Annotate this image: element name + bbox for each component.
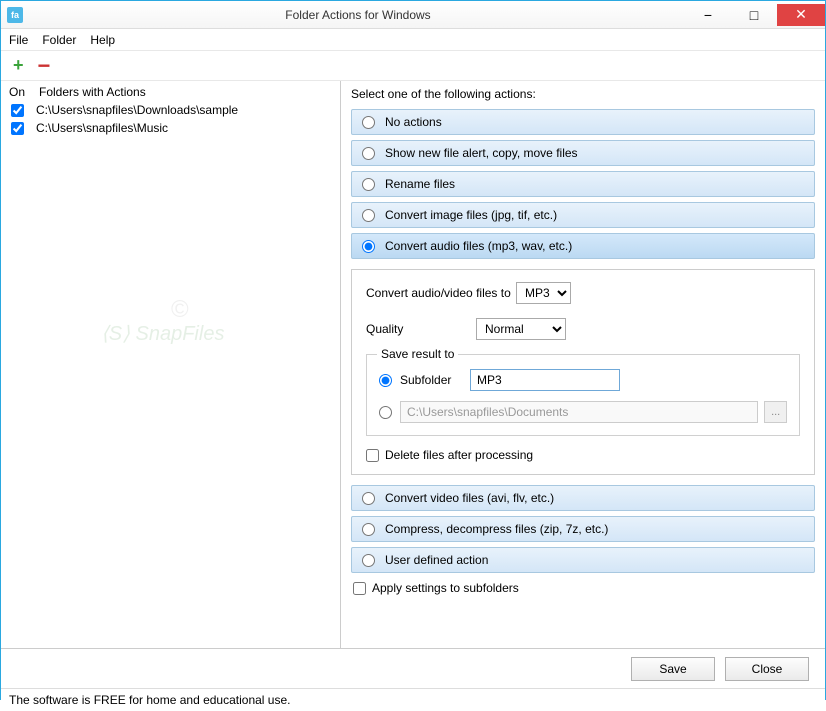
quality-label: Quality bbox=[366, 322, 476, 336]
watermark-logo: ⟨S⟩ SnapFiles bbox=[101, 321, 224, 346]
remove-folder-icon[interactable]: − bbox=[38, 60, 51, 72]
radio-compress[interactable] bbox=[362, 523, 375, 536]
action-show-new-file[interactable]: Show new file alert, copy, move files bbox=[351, 140, 815, 166]
titlebar: fa Folder Actions for Windows − □ ✕ bbox=[1, 1, 825, 29]
label-no-actions: No actions bbox=[385, 115, 442, 129]
folder-path-0: C:\Users\snapfiles\Downloads\sample bbox=[36, 103, 238, 117]
action-convert-image[interactable]: Convert image files (jpg, tif, etc.) bbox=[351, 202, 815, 228]
maximize-button[interactable]: □ bbox=[731, 4, 777, 26]
statusbar: The software is FREE for home and educat… bbox=[1, 689, 825, 711]
radio-subfolder[interactable] bbox=[379, 374, 392, 387]
folder-path-1: C:\Users\snapfiles\Music bbox=[36, 121, 168, 135]
folder-row[interactable]: C:\Users\snapfiles\Downloads\sample bbox=[9, 101, 332, 119]
convert-to-label: Convert audio/video files to bbox=[366, 286, 516, 300]
label-convert-audio: Convert audio files (mp3, wav, etc.) bbox=[385, 239, 572, 253]
actions-panel: Select one of the following actions: No … bbox=[341, 81, 825, 648]
folder-row[interactable]: C:\Users\snapfiles\Music bbox=[9, 119, 332, 137]
dialog-buttons: Save Close bbox=[1, 649, 825, 689]
delete-after-label: Delete files after processing bbox=[385, 448, 533, 462]
label-rename: Rename files bbox=[385, 177, 455, 191]
subfolder-label: Subfolder bbox=[400, 373, 470, 387]
radio-custom-path[interactable] bbox=[379, 406, 392, 419]
action-compress[interactable]: Compress, decompress files (zip, 7z, etc… bbox=[351, 516, 815, 542]
radio-show-new-file[interactable] bbox=[362, 147, 375, 160]
watermark-copyright: © bbox=[171, 296, 189, 324]
label-show-new-file: Show new file alert, copy, move files bbox=[385, 146, 578, 160]
label-user-defined: User defined action bbox=[385, 553, 488, 567]
toolbar: + − bbox=[1, 51, 825, 81]
custom-path-input[interactable] bbox=[400, 401, 758, 423]
column-folders-header: Folders with Actions bbox=[39, 85, 146, 99]
convert-audio-details: Convert audio/video files to MP3 Quality… bbox=[351, 269, 815, 475]
save-result-legend: Save result to bbox=[377, 347, 458, 361]
save-button[interactable]: Save bbox=[631, 657, 715, 681]
label-convert-image: Convert image files (jpg, tif, etc.) bbox=[385, 208, 557, 222]
minimize-button[interactable]: − bbox=[685, 4, 731, 26]
menu-folder[interactable]: Folder bbox=[42, 33, 76, 47]
menubar: File Folder Help bbox=[1, 29, 825, 51]
menu-file[interactable]: File bbox=[9, 33, 28, 47]
save-result-fieldset: Save result to Subfolder ... bbox=[366, 354, 800, 436]
convert-to-select[interactable]: MP3 bbox=[516, 282, 571, 304]
window-title: Folder Actions for Windows bbox=[31, 8, 685, 22]
actions-header: Select one of the following actions: bbox=[351, 87, 815, 101]
action-no-actions[interactable]: No actions bbox=[351, 109, 815, 135]
folders-panel: On Folders with Actions C:\Users\snapfil… bbox=[1, 81, 341, 648]
close-window-button[interactable]: ✕ bbox=[777, 4, 825, 26]
action-convert-audio[interactable]: Convert audio files (mp3, wav, etc.) bbox=[351, 233, 815, 259]
close-button[interactable]: Close bbox=[725, 657, 809, 681]
radio-rename[interactable] bbox=[362, 178, 375, 191]
menu-help[interactable]: Help bbox=[90, 33, 115, 47]
app-icon: fa bbox=[7, 7, 23, 23]
folder-checkbox-1[interactable] bbox=[11, 122, 24, 135]
radio-no-actions[interactable] bbox=[362, 116, 375, 129]
radio-convert-image[interactable] bbox=[362, 209, 375, 222]
radio-convert-video[interactable] bbox=[362, 492, 375, 505]
action-rename[interactable]: Rename files bbox=[351, 171, 815, 197]
apply-subfolders-checkbox[interactable] bbox=[353, 582, 366, 595]
quality-select[interactable]: Normal bbox=[476, 318, 566, 340]
action-user-defined[interactable]: User defined action bbox=[351, 547, 815, 573]
folder-checkbox-0[interactable] bbox=[11, 104, 24, 117]
column-on-header: On bbox=[9, 85, 39, 99]
label-compress: Compress, decompress files (zip, 7z, etc… bbox=[385, 522, 608, 536]
action-convert-video[interactable]: Convert video files (avi, flv, etc.) bbox=[351, 485, 815, 511]
apply-subfolders-label: Apply settings to subfolders bbox=[372, 581, 519, 595]
radio-convert-audio[interactable] bbox=[362, 240, 375, 253]
label-convert-video: Convert video files (avi, flv, etc.) bbox=[385, 491, 554, 505]
delete-after-checkbox[interactable] bbox=[366, 449, 379, 462]
radio-user-defined[interactable] bbox=[362, 554, 375, 567]
browse-button[interactable]: ... bbox=[764, 401, 787, 423]
subfolder-input[interactable] bbox=[470, 369, 620, 391]
add-folder-icon[interactable]: + bbox=[13, 55, 24, 76]
